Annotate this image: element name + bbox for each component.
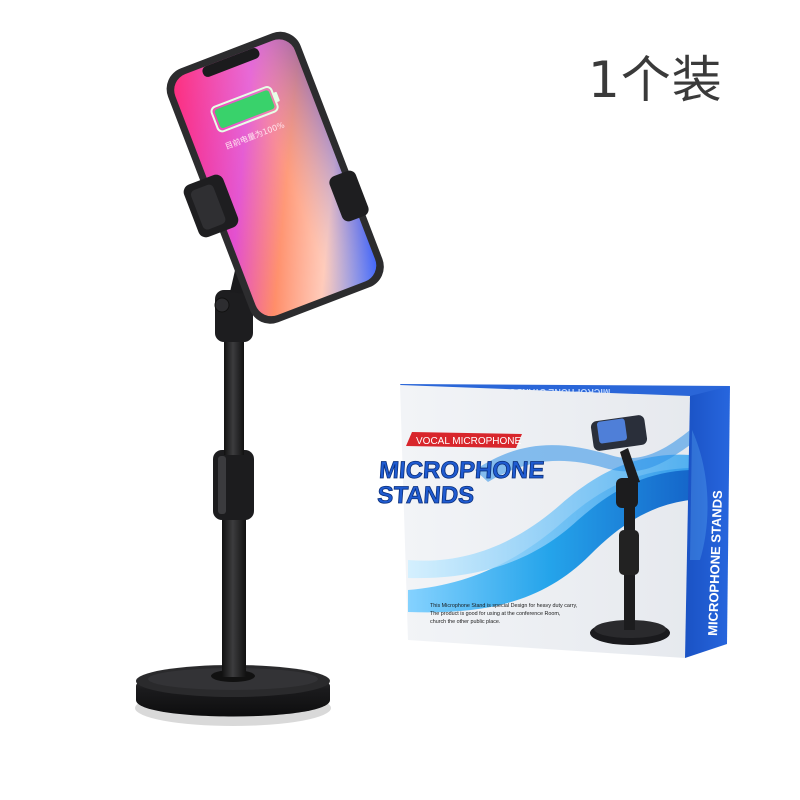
stand-lower-pole xyxy=(222,505,246,677)
box-description-line1: This Microphone Stand is special Design … xyxy=(430,603,578,609)
product-scene: 目前电量为100% MICROPHONE STANDS xyxy=(135,31,730,726)
collar-highlight xyxy=(218,456,226,514)
box-ribbon-text: VOCAL MICROPHONE xyxy=(416,436,522,447)
phone-stand: 目前电量为100% xyxy=(135,31,384,726)
quantity-label: 1个装 xyxy=(588,51,723,109)
box-title-line1: MICROPHONE xyxy=(378,457,545,484)
box-description-line2: The product is good for using at the con… xyxy=(430,611,561,617)
box-title-line2: STANDS xyxy=(376,482,475,509)
box-description-line3: church the other public place. xyxy=(430,619,500,625)
box-ribbon: VOCAL MICROPHONE xyxy=(406,432,522,448)
stand-upper-pole xyxy=(224,335,244,455)
product-box: MICROPHONE STANDS VOCAL MICROPHONE MICRO… xyxy=(376,384,730,658)
joint-screw xyxy=(214,297,230,313)
